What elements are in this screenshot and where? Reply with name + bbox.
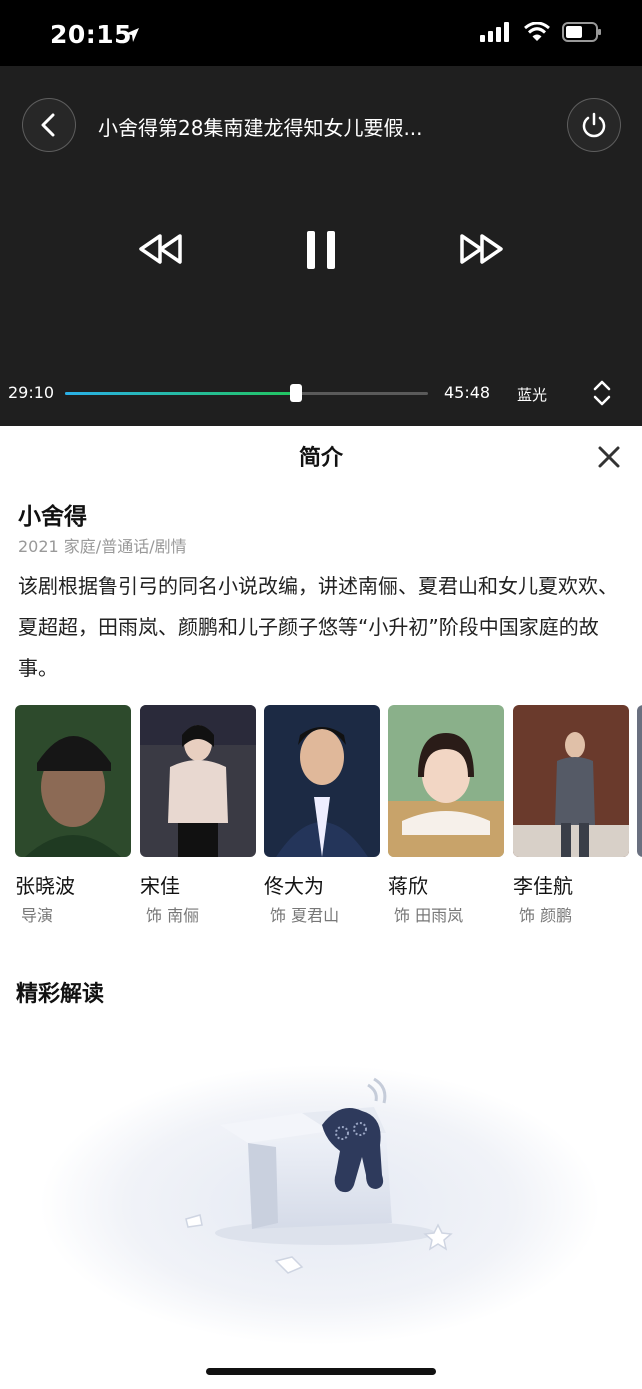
power-icon bbox=[582, 112, 606, 138]
cast-item[interactable]: 李佳航 饰 颜鹏 bbox=[513, 705, 629, 925]
cast-name: 蒋欣 bbox=[388, 874, 428, 898]
cast-item-partial[interactable] bbox=[637, 705, 642, 857]
show-meta: 2021 家庭/普通话/剧情 bbox=[18, 537, 187, 556]
cast-role: 饰 夏君山 bbox=[270, 906, 340, 925]
cast-photo bbox=[513, 705, 629, 857]
cast-photo bbox=[264, 705, 380, 857]
back-button[interactable] bbox=[22, 98, 76, 152]
fast-forward-icon bbox=[460, 234, 503, 264]
total-time: 45:48 bbox=[444, 383, 491, 402]
battery-icon bbox=[562, 22, 601, 42]
cast-role: 饰 南俪 bbox=[146, 906, 200, 925]
video-player[interactable]: 小舍得第28集南建龙得知女儿要假... 29:10 45:48 蓝光 bbox=[0, 66, 642, 426]
quality-selector[interactable]: 蓝光 bbox=[517, 384, 547, 405]
cast-photo bbox=[637, 705, 642, 857]
status-icons bbox=[480, 22, 602, 42]
panel-title: 简介 bbox=[298, 446, 343, 471]
cast-role: 导演 bbox=[21, 906, 54, 925]
section-title: 精彩解读 bbox=[16, 982, 105, 1007]
cast-item[interactable]: 宋佳 饰 南俪 bbox=[140, 705, 256, 925]
cast-name: 张晓波 bbox=[15, 874, 75, 898]
pause-button[interactable] bbox=[300, 226, 342, 274]
cast-role: 饰 颜鹏 bbox=[519, 906, 573, 925]
power-button[interactable] bbox=[567, 98, 621, 152]
home-indicator[interactable] bbox=[206, 1368, 436, 1375]
pause-icon bbox=[307, 231, 335, 269]
status-bar: 20:15 bbox=[0, 0, 642, 66]
status-time: 20:15 bbox=[50, 20, 133, 49]
show-title: 小舍得 bbox=[18, 504, 87, 530]
rewind-button[interactable] bbox=[136, 228, 186, 270]
cast-name: 李佳航 bbox=[513, 874, 573, 898]
cast-photo bbox=[15, 705, 131, 857]
fast-forward-button[interactable] bbox=[456, 228, 506, 270]
location-arrow-icon bbox=[125, 28, 139, 42]
current-time: 29:10 bbox=[8, 383, 55, 402]
expand-icon[interactable] bbox=[590, 378, 614, 408]
cast-role: 饰 田雨岚 bbox=[394, 906, 464, 925]
video-title: 小舍得第28集南建龙得知女儿要假... bbox=[98, 116, 423, 140]
synopsis: 该剧根据鲁引弓的同名小说改编，讲述南俪、夏君山和女儿夏欢欢、夏超超，田雨岚、颜鹏… bbox=[18, 574, 618, 680]
progress-bar[interactable] bbox=[65, 384, 428, 402]
progress-thumb[interactable] bbox=[289, 384, 302, 402]
cast-name: 佟大为 bbox=[264, 874, 324, 898]
progress-fill bbox=[65, 392, 296, 395]
cast-name: 宋佳 bbox=[140, 874, 180, 898]
rewind-icon bbox=[139, 234, 182, 264]
wifi-icon bbox=[524, 22, 550, 41]
cast-photo bbox=[388, 705, 504, 857]
cast-item[interactable]: 张晓波 导演 bbox=[15, 705, 131, 925]
cast-item[interactable]: 佟大为 饰 夏君山 bbox=[264, 705, 380, 925]
close-icon[interactable] bbox=[596, 444, 622, 470]
empty-box-illustration bbox=[40, 1065, 600, 1345]
cast-item[interactable]: 蒋欣 饰 田雨岚 bbox=[388, 705, 504, 925]
cast-photo bbox=[140, 705, 256, 857]
signal-icon bbox=[480, 22, 509, 42]
chevron-left-icon bbox=[41, 113, 55, 137]
cast-list[interactable]: 张晓波 导演 宋佳 饰 南俪 佟大为 饰 夏君山 蒋欣 饰 田雨岚 李佳航 饰 … bbox=[0, 705, 642, 935]
